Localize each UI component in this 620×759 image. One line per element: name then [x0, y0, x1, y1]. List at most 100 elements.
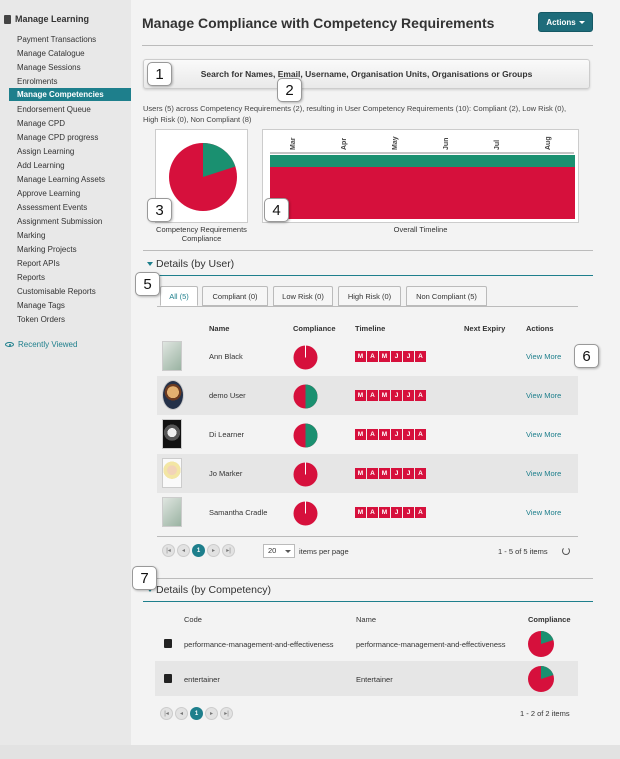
view-more-link[interactable]: View More [526, 469, 561, 478]
first-page-icon[interactable]: |◂ [162, 544, 175, 557]
sidebar-item-manage-cpd[interactable]: Manage CPD [17, 119, 65, 128]
col-next-expiry[interactable]: Next Expiry [464, 324, 505, 333]
timeline-caption: Overall Timeline [393, 225, 448, 234]
search-label: Search for Names, Email, Username, Organ… [200, 69, 533, 79]
recently-viewed-label: Recently Viewed [18, 340, 78, 349]
sidebar-item-assign-learning[interactable]: Assign Learning [17, 147, 74, 156]
tab-non-compliant[interactable]: Non Compliant (5) [406, 286, 487, 306]
timeline-cell: M [355, 507, 366, 518]
sidebar-item-customisable-reports[interactable]: Customisable Reports [17, 287, 96, 296]
timeline-month-label: Mar [290, 137, 297, 150]
col-comp-compliance[interactable]: Compliance [528, 615, 571, 624]
col-name[interactable]: Name [209, 324, 229, 333]
actions-button[interactable]: Actions [538, 12, 593, 32]
sidebar-item-payment-transactions[interactable]: Payment Transactions [17, 35, 96, 44]
prev-page-icon[interactable]: ◂ [175, 707, 188, 720]
timeline-cell: M [379, 390, 390, 401]
user-timeline: MAMJJA [355, 468, 426, 479]
sidebar-item-manage-learning-assets[interactable]: Manage Learning Assets [17, 175, 105, 184]
search-bar[interactable]: Search for Names, Email, Username, Organ… [143, 59, 590, 89]
next-page-icon[interactable]: ▸ [207, 544, 220, 557]
sidebar-item-manage-catalogue[interactable]: Manage Catalogue [17, 49, 85, 58]
competency-compliance-pie [528, 631, 554, 657]
table-row: Samantha Cradle MAMJJA View More [157, 493, 578, 532]
col-code[interactable]: Code [184, 615, 202, 624]
next-page-icon[interactable]: ▸ [205, 707, 218, 720]
by-competency-heading-label: Details (by Competency) [156, 584, 271, 596]
callout-3: 3 [147, 198, 172, 222]
competency-pager: |◂ ◂ 1 ▸ ▸| [160, 707, 233, 720]
refresh-icon[interactable] [562, 547, 570, 555]
col-comp-name[interactable]: Name [356, 615, 376, 624]
col-actions: Actions [526, 324, 554, 333]
last-page-icon[interactable]: ▸| [220, 707, 233, 720]
view-more-link[interactable]: View More [526, 352, 561, 361]
tab-compliant[interactable]: Compliant (0) [202, 286, 268, 306]
timeline-cell: J [403, 507, 414, 518]
by-user-heading[interactable]: Details (by User) [147, 258, 234, 270]
sidebar-item-assessment-events[interactable]: Assessment Events [17, 203, 87, 212]
timeline-cell: A [367, 429, 378, 440]
timeline-cell: M [379, 429, 390, 440]
sidebar-item-add-learning[interactable]: Add Learning [17, 161, 65, 170]
timeline-cell: M [355, 429, 366, 440]
callout-7: 7 [132, 566, 157, 590]
tab-low-risk[interactable]: Low Risk (0) [273, 286, 333, 306]
tab-all[interactable]: All (5) [160, 286, 198, 306]
view-more-link[interactable]: View More [526, 508, 561, 517]
recently-viewed-link[interactable]: Recently Viewed [5, 340, 77, 349]
timeline-month-label: Jun [443, 138, 450, 150]
first-page-icon[interactable]: |◂ [160, 707, 173, 720]
by-user-heading-label: Details (by User) [156, 258, 235, 270]
sidebar-item-manage-cpd-progress[interactable]: Manage CPD progress [17, 133, 98, 142]
competency-icon [164, 639, 172, 648]
timeline-cell: M [355, 468, 366, 479]
last-page-icon[interactable]: ▸| [222, 544, 235, 557]
avatar [162, 341, 182, 371]
page-number[interactable]: 1 [192, 544, 205, 557]
sidebar-heading-label: Manage Learning [15, 14, 90, 24]
sidebar-item-marking-projects[interactable]: Marking Projects [17, 245, 77, 254]
col-timeline[interactable]: Timeline [355, 324, 385, 333]
table-row: Di Learner MAMJJA View More [157, 415, 578, 454]
prev-page-icon[interactable]: ◂ [177, 544, 190, 557]
view-more-link[interactable]: View More [526, 391, 561, 400]
sidebar-item-manage-tags[interactable]: Manage Tags [17, 301, 65, 310]
user-compliance-pie [293, 462, 318, 487]
sidebar-item-assignment-submission[interactable]: Assignment Submission [17, 217, 102, 226]
page-number[interactable]: 1 [190, 707, 203, 720]
eye-icon [5, 342, 14, 347]
user-compliance-pie [293, 501, 318, 526]
sidebar-item-manage-competencies[interactable]: Manage Competencies [9, 88, 138, 101]
sidebar-item-endorsement-queue[interactable]: Endorsement Queue [17, 105, 91, 114]
sidebar-item-marking[interactable]: Marking [17, 231, 45, 240]
timeline-cell: M [379, 468, 390, 479]
sidebar-item-token-orders[interactable]: Token Orders [17, 315, 65, 324]
timeline-cell: A [415, 507, 426, 518]
view-more-link[interactable]: View More [526, 430, 561, 439]
sidebar-item-approve-learning[interactable]: Approve Learning [17, 189, 80, 198]
callout-5: 5 [135, 272, 160, 296]
timeline-cell: A [367, 351, 378, 362]
by-user-divider [143, 275, 593, 276]
avatar [162, 497, 182, 527]
sidebar: Manage Learning Payment Transactions Man… [0, 0, 138, 745]
user-timeline: MAMJJA [355, 429, 426, 440]
sidebar-item-enrolments[interactable]: Enrolments [17, 77, 57, 86]
timeline-cell: J [403, 351, 414, 362]
user-compliance-pie [293, 345, 318, 370]
sidebar-item-report-apis[interactable]: Report APIs [17, 259, 60, 268]
table-row: Ann Black MAMJJA View More [157, 337, 578, 376]
by-competency-heading[interactable]: Details (by Competency) [147, 584, 271, 596]
sidebar-item-reports[interactable]: Reports [17, 273, 45, 282]
col-compliance[interactable]: Compliance [293, 324, 336, 333]
tab-high-risk[interactable]: High Risk (0) [338, 286, 401, 306]
timeline-months: Mar Apr May Jun Jul Aug [290, 136, 552, 150]
timeline-cell: A [415, 390, 426, 401]
user-compliance-pie [293, 384, 318, 409]
sidebar-item-manage-sessions[interactable]: Manage Sessions [17, 63, 81, 72]
per-page-select[interactable]: 20 [263, 544, 295, 558]
user-name: demo User [209, 391, 246, 400]
per-page-value: 20 [268, 546, 277, 555]
timeline-cell: J [391, 429, 402, 440]
